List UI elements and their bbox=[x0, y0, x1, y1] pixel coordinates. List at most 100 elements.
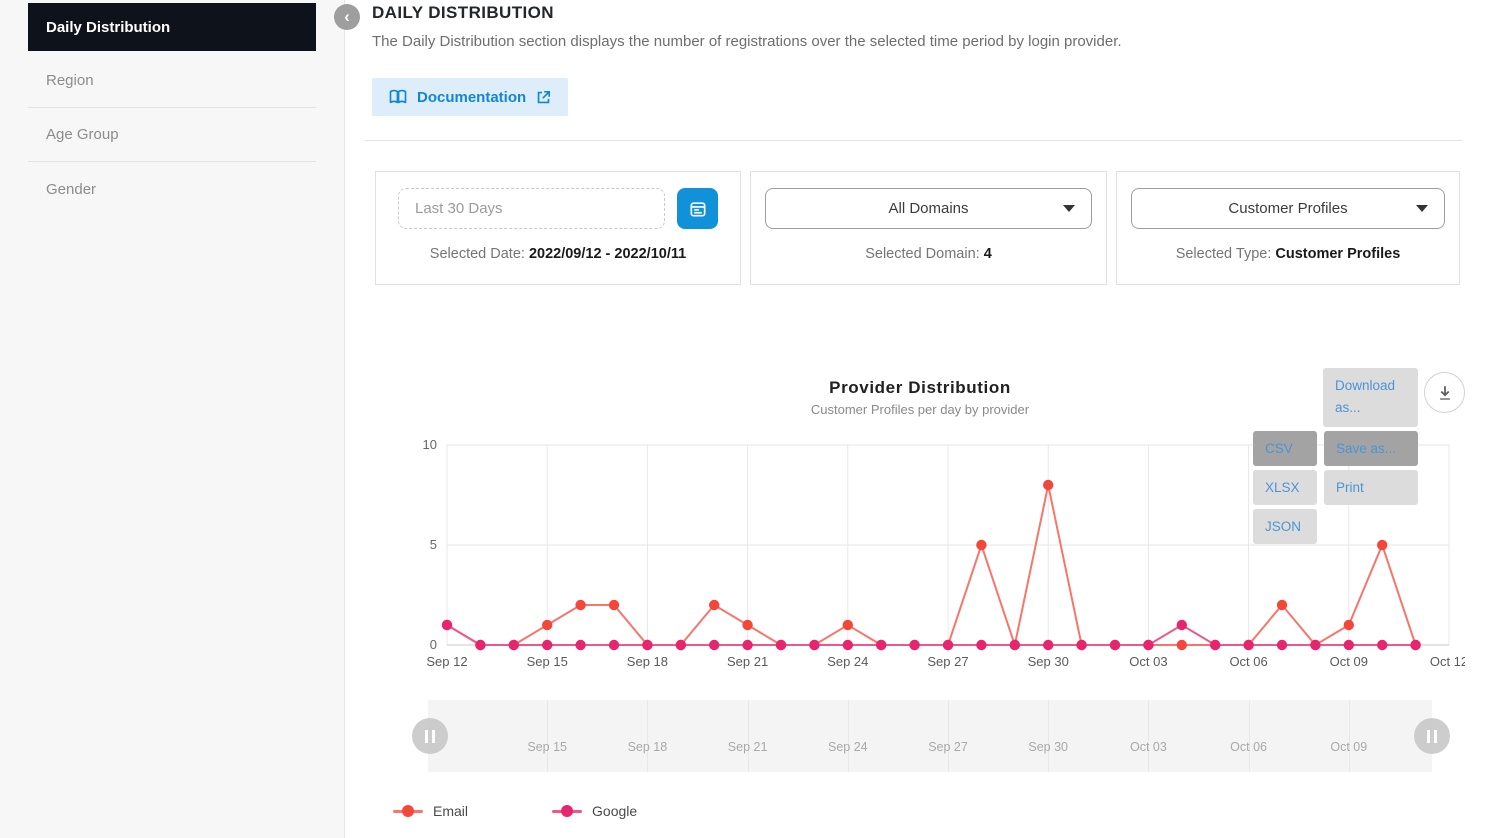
google-data-point[interactable] bbox=[909, 639, 920, 651]
menu-item-json[interactable]: JSON bbox=[1253, 509, 1317, 544]
slider-gridline bbox=[948, 700, 949, 772]
google-data-point[interactable] bbox=[475, 639, 486, 651]
email-series-marker bbox=[393, 805, 423, 817]
datazoom-slider[interactable]: Sep 15 Sep 18 Sep 21 Sep 24 Sep 27 Sep 30 Oct … bbox=[428, 700, 1432, 772]
google-data-point[interactable] bbox=[1410, 639, 1421, 651]
email-data-point[interactable] bbox=[842, 619, 853, 631]
google-data-point[interactable] bbox=[1043, 639, 1054, 651]
slider-gridline bbox=[747, 700, 749, 772]
google-data-point[interactable] bbox=[441, 619, 453, 631]
x-axis-label: Oct 09 bbox=[1330, 654, 1368, 669]
google-data-point[interactable] bbox=[1109, 639, 1121, 651]
google-data-point[interactable] bbox=[575, 639, 586, 651]
x-axis-label: Sep 21 bbox=[727, 654, 768, 669]
chevron-left-icon: ‹ bbox=[344, 7, 350, 26]
email-data-point[interactable] bbox=[1276, 599, 1288, 611]
slider-gridline bbox=[1048, 700, 1050, 772]
page: Daily Distribution Region Age Group Gend… bbox=[0, 0, 1496, 838]
x-axis-label: Oct 06 bbox=[1229, 654, 1267, 669]
external-link-icon bbox=[537, 90, 551, 103]
email-data-point[interactable] bbox=[1176, 639, 1187, 651]
selected-date-value: 2022/09/12 - 2022/10/11 bbox=[528, 246, 687, 262]
google-data-point[interactable] bbox=[1243, 639, 1254, 651]
google-data-point[interactable] bbox=[809, 639, 820, 651]
menu-item-save-as[interactable]: Save as... bbox=[1324, 431, 1418, 466]
email-data-point[interactable] bbox=[1043, 479, 1054, 491]
legend-item-email[interactable]: Email bbox=[393, 803, 468, 819]
sidebar-item-daily-distribution[interactable]: Daily Distribution bbox=[28, 3, 316, 51]
x-axis-label: Sep 27 bbox=[927, 654, 968, 669]
date-range-input[interactable] bbox=[398, 188, 665, 229]
email-data-point[interactable] bbox=[1377, 539, 1388, 551]
documentation-link[interactable]: Documentation bbox=[372, 78, 569, 116]
datazoom-right-handle[interactable] bbox=[1414, 718, 1450, 754]
google-data-point[interactable] bbox=[942, 639, 954, 651]
sidebar-item-region[interactable]: Region bbox=[28, 54, 316, 108]
email-data-point[interactable] bbox=[976, 539, 987, 551]
calendar-button[interactable] bbox=[677, 188, 718, 229]
download-icon bbox=[1439, 385, 1450, 400]
google-data-point[interactable] bbox=[876, 639, 887, 651]
download-button[interactable] bbox=[1424, 372, 1465, 413]
google-data-point[interactable] bbox=[1210, 639, 1221, 651]
google-data-point[interactable] bbox=[976, 639, 987, 651]
email-data-point[interactable] bbox=[542, 619, 553, 631]
legend-label-email: Email bbox=[433, 803, 469, 819]
google-series-line bbox=[446, 623, 1416, 646]
chart-legend: Email Google bbox=[393, 803, 637, 819]
slider-gridline bbox=[1348, 700, 1350, 772]
email-data-point[interactable] bbox=[575, 599, 586, 611]
domain-dropdown[interactable]: All Domains bbox=[765, 188, 1092, 229]
menu-item-csv[interactable]: CSV bbox=[1253, 431, 1317, 466]
slider-tick-label: Oct 06 bbox=[1230, 740, 1268, 754]
google-data-point[interactable] bbox=[542, 639, 553, 651]
google-data-point[interactable] bbox=[1343, 639, 1354, 651]
google-data-point[interactable] bbox=[642, 639, 653, 651]
chart-title: Provider Distribution bbox=[829, 378, 1011, 397]
x-axis-label: Sep 12 bbox=[426, 654, 467, 669]
x-axis-label: Sep 15 bbox=[527, 654, 568, 669]
google-data-point[interactable] bbox=[1377, 639, 1388, 651]
back-button[interactable]: ‹ bbox=[334, 4, 360, 30]
google-data-point[interactable] bbox=[1076, 639, 1087, 651]
menu-item-download-as[interactable]: Download as... bbox=[1323, 368, 1418, 427]
type-dropdown[interactable]: Customer Profiles bbox=[1131, 188, 1445, 229]
chart-subtitle: Customer Profiles per day by provider bbox=[810, 402, 1030, 417]
selected-type-value: Customer Profiles bbox=[1275, 246, 1401, 262]
menu-item-xlsx[interactable]: XLSX bbox=[1253, 470, 1317, 505]
type-filter-card: Customer Profiles Selected Type: Custome… bbox=[1116, 171, 1460, 285]
slider-tick-label: Sep 15 bbox=[527, 740, 567, 754]
menu-item-print[interactable]: Print bbox=[1324, 470, 1418, 505]
legend-item-google[interactable]: Google bbox=[552, 803, 637, 819]
domain-filter-card: All Domains Selected Domain: 4 bbox=[750, 171, 1107, 285]
google-data-point[interactable] bbox=[1143, 639, 1154, 651]
slider-gridline bbox=[847, 700, 849, 772]
x-axis-label: Sep 24 bbox=[827, 654, 868, 669]
sidebar-item-age-group[interactable]: Age Group bbox=[28, 108, 316, 162]
google-data-point[interactable] bbox=[675, 639, 686, 651]
google-data-point[interactable] bbox=[775, 639, 787, 651]
google-data-point[interactable] bbox=[608, 639, 620, 651]
selected-domain-line: Selected Domain: 4 bbox=[865, 246, 992, 262]
selected-type-line: Selected Type: Customer Profiles bbox=[1175, 246, 1401, 262]
google-data-point[interactable] bbox=[1276, 639, 1288, 651]
slider-gridline bbox=[1248, 700, 1250, 772]
email-data-point[interactable] bbox=[1343, 619, 1354, 631]
google-data-point[interactable] bbox=[842, 639, 853, 651]
google-data-point[interactable] bbox=[709, 639, 720, 651]
selected-date-line: Selected Date: 2022/09/12 - 2022/10/11 bbox=[429, 246, 687, 262]
google-data-point[interactable] bbox=[1009, 639, 1020, 651]
datazoom-left-handle[interactable] bbox=[412, 718, 448, 754]
chevron-down-icon bbox=[1063, 205, 1075, 212]
slider-tick-label: Sep 18 bbox=[627, 740, 668, 754]
sidebar: Daily Distribution Region Age Group Gend… bbox=[0, 0, 345, 838]
google-data-point[interactable] bbox=[1310, 639, 1321, 651]
google-data-point[interactable] bbox=[1176, 619, 1187, 631]
email-data-point[interactable] bbox=[742, 619, 753, 631]
email-data-point[interactable] bbox=[709, 599, 720, 611]
google-data-point[interactable] bbox=[508, 639, 519, 651]
google-data-point[interactable] bbox=[742, 639, 753, 651]
sidebar-item-gender[interactable]: Gender bbox=[28, 162, 316, 216]
domain-dropdown-value: All Domains bbox=[888, 200, 969, 217]
email-data-point[interactable] bbox=[608, 599, 620, 611]
